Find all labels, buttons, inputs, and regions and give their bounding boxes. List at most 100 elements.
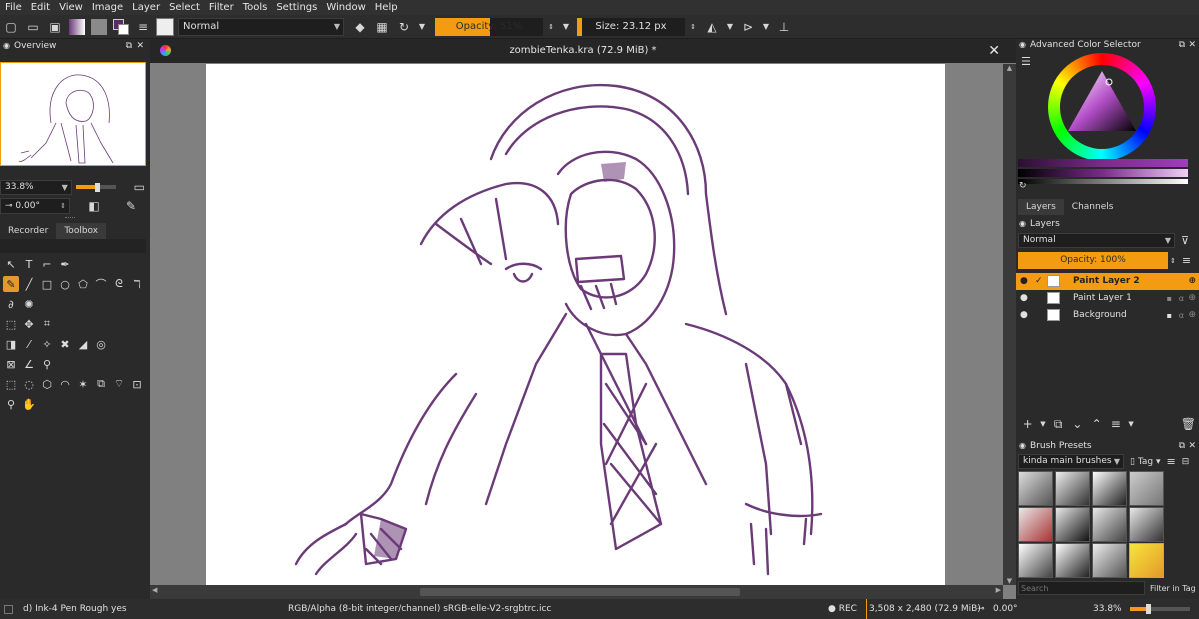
brush-preview-icon[interactable] <box>156 17 174 36</box>
eye-icon[interactable]: ● <box>1020 273 1028 290</box>
tab-toolbox[interactable]: Toolbox <box>56 223 107 239</box>
chevron-down-icon[interactable]: ▼ <box>726 19 734 35</box>
menu-layer[interactable]: Layer <box>127 0 164 15</box>
float-icon[interactable]: ⧉ <box>126 39 132 53</box>
alpha-lock-icon[interactable]: ▦ <box>374 19 390 35</box>
lock-icon[interactable]: ▪ <box>1167 290 1172 307</box>
brush-preset[interactable] <box>1018 543 1053 578</box>
refresh-icon[interactable]: ↻ <box>1019 181 1027 191</box>
brush-preset[interactable] <box>1018 507 1053 542</box>
docker-handle-icon[interactable]: ◉ <box>1019 439 1026 453</box>
brush-search-input[interactable] <box>1018 581 1145 595</box>
move-layer-down-icon[interactable]: ⌄ <box>1071 416 1084 432</box>
brush-preset[interactable] <box>1092 507 1127 542</box>
opacity-slider[interactable]: Opacity: 51% <box>435 17 543 36</box>
polygon-select-icon[interactable]: ⬡ <box>39 376 55 392</box>
menu-select[interactable]: Select <box>164 0 204 15</box>
chevron-down-icon[interactable]: ▼ <box>762 19 770 35</box>
status-zoom-slider[interactable] <box>1130 604 1190 614</box>
brush-preset[interactable] <box>1018 471 1053 506</box>
assistant-tool-icon[interactable]: ⊠ <box>3 356 19 372</box>
opacity-spin-icon[interactable]: ⇕ <box>546 19 556 35</box>
scroll-thumb[interactable] <box>420 588 740 596</box>
freehand-path-icon[interactable]: ℸ <box>129 276 145 292</box>
brush-preset-selected[interactable] <box>1129 543 1164 578</box>
close-icon[interactable]: ✕ <box>1188 439 1196 453</box>
reference-tool-icon[interactable]: ⚲ <box>39 356 55 372</box>
rect-select-icon[interactable]: ⬚ <box>3 376 19 392</box>
record-indicator[interactable]: ● REC <box>828 599 857 619</box>
tag-button[interactable]: ▯ Tag ▾ <box>1130 457 1160 467</box>
crop-tool-icon[interactable]: ⌗ <box>39 316 55 332</box>
fill-tool-icon[interactable]: ◢ <box>75 336 91 352</box>
tab-recorder[interactable]: Recorder <box>0 223 56 239</box>
check-icon[interactable]: ✓ <box>1035 273 1043 290</box>
layer-row[interactable]: ● ✓ Paint Layer 2 ⊕ <box>1016 273 1199 290</box>
spin-icon[interactable]: ⇕ <box>1170 257 1176 265</box>
duplicate-layer-icon[interactable]: ⧉ <box>1052 416 1065 432</box>
brush-preset[interactable] <box>1055 507 1090 542</box>
transform-tool-icon[interactable]: ⬚ <box>3 316 19 332</box>
color-history-bar[interactable] <box>1018 159 1188 167</box>
alpha-icon[interactable]: α <box>1179 307 1184 324</box>
rectangle-tool-icon[interactable]: □ <box>39 276 55 292</box>
color-value-bar[interactable] <box>1018 179 1188 184</box>
color-settings-icon[interactable]: ☰ <box>1021 55 1031 68</box>
edit-shapes-icon[interactable]: ⌐ <box>39 256 55 272</box>
brush-preset[interactable] <box>1129 471 1164 506</box>
save-icon[interactable]: ▣ <box>47 19 63 35</box>
menu-window[interactable]: Window <box>321 0 369 15</box>
brush-preset[interactable] <box>1092 543 1127 578</box>
multibrush-icon[interactable]: ✺ <box>21 296 37 312</box>
bezier-select-icon[interactable]: ⌔ <box>111 376 127 392</box>
colorize-mask-icon[interactable]: ✧ <box>39 336 55 352</box>
fit-screen-icon[interactable]: ▭ <box>132 179 147 195</box>
collapse-icon[interactable]: ⊟ <box>1182 457 1190 467</box>
brush-preset[interactable] <box>1055 471 1090 506</box>
open-document-icon[interactable]: ▭ <box>25 19 41 35</box>
magnetic-select-icon[interactable]: ⊡ <box>129 376 145 392</box>
fg-bg-color-icon[interactable] <box>113 18 129 35</box>
layer-opacity-slider[interactable]: Opacity: 100% <box>1018 252 1168 269</box>
pattern-swatch[interactable] <box>91 18 107 35</box>
chevron-down-icon[interactable]: ▼ <box>1128 416 1133 432</box>
layer-properties-icon[interactable]: ⊕ <box>1188 290 1196 307</box>
line-tool-icon[interactable]: ╱ <box>21 276 37 292</box>
chevron-down-icon[interactable]: ▼ <box>562 19 570 35</box>
menu-image[interactable]: Image <box>87 0 127 15</box>
filter-icon[interactable]: ⊽ <box>1181 234 1189 247</box>
gradient-tool-icon[interactable]: ◨ <box>3 336 19 352</box>
move-layer-up-icon[interactable]: ⌃ <box>1090 416 1103 432</box>
size-slider[interactable]: Size: 23.12 px <box>577 17 685 36</box>
color-shade-bar[interactable] <box>1018 169 1188 177</box>
rotation-status[interactable]: 0.00° <box>993 599 1018 619</box>
menu-view[interactable]: View <box>54 0 87 15</box>
add-layer-icon[interactable]: + <box>1021 416 1034 432</box>
menu-help[interactable]: Help <box>370 0 402 15</box>
canvas[interactable] <box>206 64 945 585</box>
brush-preset[interactable] <box>1092 471 1127 506</box>
eraser-icon[interactable]: ◆ <box>352 19 368 35</box>
chevron-down-icon[interactable]: ▼ <box>1040 416 1045 432</box>
color-triangle[interactable] <box>1048 53 1156 161</box>
mirror-view-icon[interactable]: ◧ <box>86 198 102 214</box>
size-spin-icon[interactable]: ⇕ <box>688 19 698 35</box>
scroll-left-icon[interactable]: ◀ <box>152 586 157 594</box>
docker-handle-icon[interactable]: ◉ <box>3 39 10 53</box>
text-tool-icon[interactable]: T <box>21 256 37 272</box>
menu-tools[interactable]: Tools <box>238 0 272 15</box>
layer-row[interactable]: ● Paint Layer 1 ▪ α ⊕ <box>1016 290 1199 307</box>
mirror-horizontal-icon[interactable]: ◭ <box>704 19 720 35</box>
overview-thumbnail[interactable] <box>0 62 146 166</box>
ellipse-tool-icon[interactable]: ○ <box>57 276 73 292</box>
lock-icon[interactable]: ▪ <box>1167 307 1172 324</box>
vertical-scrollbar[interactable]: ▲ ▼ <box>1003 64 1016 585</box>
zoom-tool-icon[interactable]: ⚲ <box>3 396 19 412</box>
docker-handle-icon[interactable]: ◉ <box>1019 217 1026 231</box>
freehand-brush-icon[interactable]: ✎ <box>3 276 19 292</box>
ellipse-select-icon[interactable]: ◌ <box>21 376 37 392</box>
wrap-around-icon[interactable]: ⊥ <box>776 19 792 35</box>
close-icon[interactable]: ✕ <box>136 39 144 53</box>
new-document-icon[interactable]: ▢ <box>3 19 19 35</box>
layer-properties-icon[interactable]: ≡ <box>1109 416 1122 432</box>
